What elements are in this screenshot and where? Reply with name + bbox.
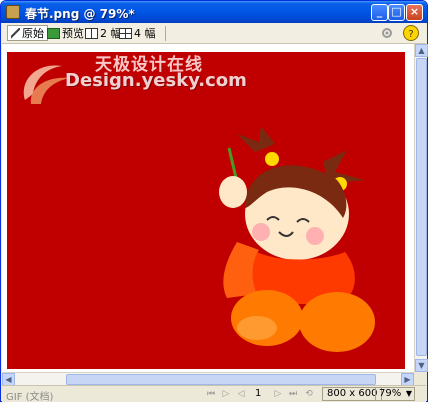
- toolbar-divider: [165, 26, 166, 41]
- girl-illustration: [219, 126, 375, 352]
- tab-4-up-label: 4 幅: [134, 27, 156, 40]
- maximize-button[interactable]: □: [388, 4, 405, 21]
- two-up-icon: [85, 27, 98, 39]
- view-toolbar: 原始 预览 2 幅 4 幅 ?: [2, 23, 426, 44]
- help-icon[interactable]: ?: [403, 25, 419, 41]
- tab-original[interactable]: 原始: [7, 25, 48, 41]
- watermark-english: Design.yesky.com: [65, 70, 247, 91]
- pencil-icon: [11, 27, 20, 39]
- minimize-button[interactable]: _: [371, 4, 388, 21]
- close-button[interactable]: ×: [406, 4, 423, 21]
- last-frame-icon[interactable]: ⏭: [288, 389, 298, 399]
- vertical-scroll-thumb[interactable]: [416, 58, 427, 356]
- frame-number[interactable]: 1: [255, 388, 261, 399]
- prev-frame-icon[interactable]: ◁: [236, 389, 246, 399]
- scrollbar-corner: [414, 372, 427, 385]
- chevron-down-icon: ▼: [405, 389, 412, 398]
- artboard[interactable]: 天极设计在线 Design.yesky.com: [7, 52, 405, 369]
- play-icon[interactable]: ▷: [221, 389, 231, 399]
- zoom-select[interactable]: 79% ▼: [375, 387, 415, 401]
- next-frame-icon[interactable]: ▷: [273, 389, 283, 399]
- tab-preview[interactable]: 预览: [47, 25, 84, 41]
- loop-icon[interactable]: ⟲: [304, 389, 314, 399]
- tab-2-up[interactable]: 2 幅: [85, 25, 122, 41]
- horizontal-scrollbar[interactable]: ◀ ▶: [2, 372, 414, 386]
- first-frame-icon[interactable]: ⏮: [206, 389, 216, 399]
- tab-4-up[interactable]: 4 幅: [119, 25, 156, 41]
- four-up-icon: [119, 27, 132, 39]
- scroll-up-icon[interactable]: ▲: [415, 44, 428, 57]
- canvas-area[interactable]: 天极设计在线 Design.yesky.com: [2, 44, 414, 372]
- tab-preview-label: 预览: [62, 27, 84, 40]
- zoom-value: 79%: [379, 388, 402, 399]
- file-format-label: GIF (文档): [6, 392, 54, 403]
- window-title: 春节.png @ 79%*: [25, 7, 135, 21]
- horizontal-scroll-thumb[interactable]: [66, 374, 376, 385]
- gear-icon[interactable]: [380, 26, 394, 40]
- title-bar[interactable]: 春节.png @ 79%* _ □ ×: [1, 1, 427, 23]
- scroll-down-icon[interactable]: ▼: [415, 359, 428, 372]
- vertical-scrollbar[interactable]: ▲ ▼: [414, 44, 428, 372]
- document-icon: [6, 5, 20, 19]
- document-window: 春节.png @ 79%* _ □ × 原始 预览 2 幅 4 幅 ? 天极设计…: [0, 0, 428, 403]
- preview-icon: [47, 27, 60, 39]
- status-bar: GIF (文档) ⏮ ▷ ◁ 1 ▷ ⏭ ⟲ 800 x 600 79% ▼: [2, 385, 426, 403]
- tab-original-label: 原始: [22, 27, 44, 40]
- svg-text:?: ?: [408, 29, 413, 40]
- canvas-dimensions[interactable]: 800 x 600: [322, 387, 383, 401]
